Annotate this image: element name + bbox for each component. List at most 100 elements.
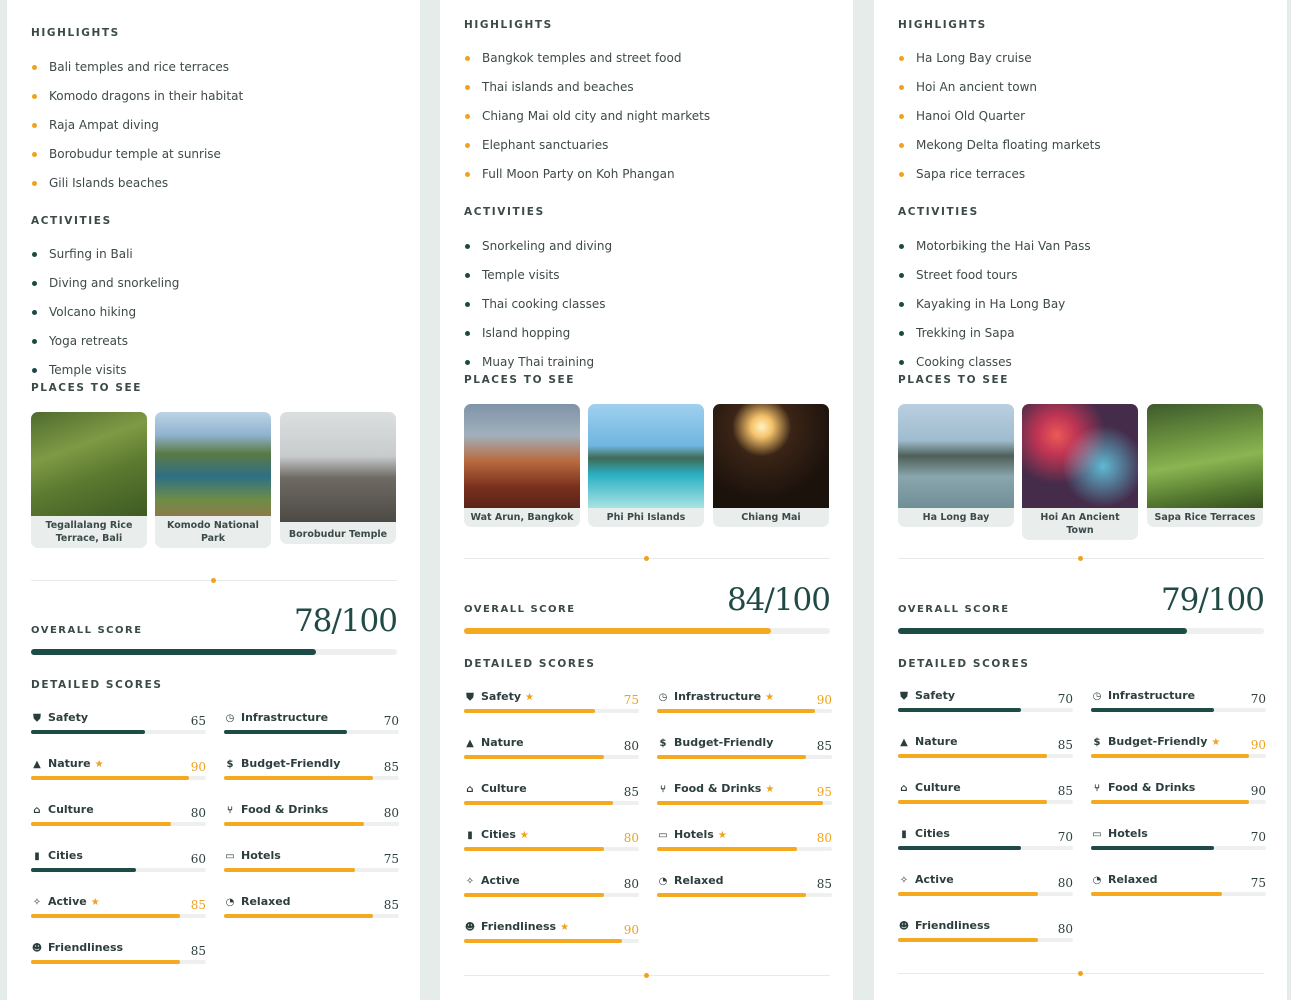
score-bar-fill: [657, 709, 815, 713]
score-bar: [464, 939, 639, 943]
score-value: 85: [816, 739, 832, 753]
score-bar-fill: [464, 893, 604, 897]
place-card[interactable]: Phi Phi Islands: [588, 404, 704, 527]
places-heading: PLACES TO SEE: [31, 382, 143, 394]
score-label: ⌂ Culture: [898, 781, 960, 794]
place-photo: [31, 412, 147, 516]
score-bar: [898, 754, 1073, 758]
score-bar-fill: [898, 708, 1021, 712]
score-name: Nature: [48, 757, 91, 770]
score-label: ✧ Active: [464, 874, 520, 887]
score-value: 60: [190, 852, 206, 866]
score-item-clock: ◔ Relaxed 85: [224, 895, 399, 941]
overall-score-value: 79/100: [1160, 582, 1265, 618]
score-item-shield: ⛊ Safety 70: [898, 689, 1073, 735]
score-name: Friendliness: [915, 919, 991, 932]
score-bar: [1091, 800, 1266, 804]
score-label: ▭ Hotels: [1091, 827, 1148, 840]
place-card[interactable]: Sapa Rice Terraces: [1147, 404, 1263, 527]
list-item: Hanoi Old Quarter: [898, 109, 1268, 138]
score-bar-fill: [898, 892, 1038, 896]
places-gallery: Wat Arun, Bangkok Phi Phi Islands Chiang…: [464, 404, 830, 546]
score-bar-fill: [898, 754, 1047, 758]
score-item-smile: ☻ Friendliness 80: [898, 919, 1073, 965]
score-item-museum: ⌂ Culture 85: [464, 782, 639, 828]
divider-dot: [1078, 556, 1083, 561]
score-item-gauge: ◷ Infrastructure ★ 90: [657, 690, 832, 736]
list-item: Yoga retreats: [31, 334, 401, 363]
score-bar-fill: [464, 847, 604, 851]
score-value: 70: [1057, 830, 1073, 844]
score-bar-fill: [224, 822, 364, 826]
city-icon: ▮: [901, 829, 907, 840]
place-caption: Chiang Mai: [741, 512, 801, 523]
score-label: ☻ Friendliness: [31, 941, 123, 954]
score-value: 85: [623, 785, 639, 799]
list-item: Diving and snorkeling: [31, 276, 401, 305]
place-card[interactable]: Komodo National Park: [155, 412, 271, 548]
places-heading: PLACES TO SEE: [898, 374, 1010, 386]
museum-icon: ⌂: [466, 784, 474, 795]
score-item-museum: ⌂ Culture 85: [898, 781, 1073, 827]
divider-dot: [1078, 971, 1083, 976]
score-bar: [224, 776, 399, 780]
score-bar: [1091, 892, 1266, 896]
score-label: ⑂ Food & Drinks: [1091, 781, 1195, 794]
score-value: 90: [190, 760, 206, 774]
score-name: Cities: [48, 849, 83, 862]
place-caption: Phi Phi Islands: [606, 512, 686, 523]
highlights-list: Bangkok temples and street food Thai isl…: [464, 51, 834, 196]
score-value: 70: [1250, 830, 1266, 844]
score-item-shield: ⛊ Safety ★ 75: [464, 690, 639, 736]
score-bar: [898, 708, 1073, 712]
activities-heading: ACTIVITIES: [898, 206, 979, 218]
place-card[interactable]: Chiang Mai: [713, 404, 829, 527]
score-bar: [898, 800, 1073, 804]
star-icon: ★: [94, 759, 104, 770]
score-label: ⛊ Safety: [31, 711, 88, 724]
score-item-mountain: ▲ Nature 85: [898, 735, 1073, 781]
place-card[interactable]: Hoi An Ancient Town: [1022, 404, 1138, 540]
score-item-mountain: ▲ Nature ★ 90: [31, 757, 206, 803]
highlights-list: Ha Long Bay cruise Hoi An ancient town H…: [898, 51, 1268, 196]
city-icon: ▮: [467, 830, 473, 841]
smile-icon: ☻: [898, 921, 910, 932]
list-item: Surfing in Bali: [31, 247, 401, 276]
section-divider: [898, 971, 1264, 976]
place-card[interactable]: Wat Arun, Bangkok: [464, 404, 580, 527]
place-photo: [155, 412, 271, 516]
score-value: 65: [190, 714, 206, 728]
list-item: Elephant sanctuaries: [464, 138, 834, 167]
place-caption: Ha Long Bay: [922, 512, 990, 523]
score-label: ▲ Nature: [464, 736, 523, 749]
place-card[interactable]: Tegallalang Rice Terrace, Bali: [31, 412, 147, 548]
score-label: ▮ Cities: [898, 827, 950, 840]
score-name: Relaxed: [241, 895, 291, 908]
score-item-dollar: $ Budget-Friendly 85: [224, 757, 399, 803]
score-label: $ Budget-Friendly ★: [1091, 735, 1221, 748]
bed-icon: ▭: [658, 830, 668, 841]
list-item: Motorbiking the Hai Van Pass: [898, 239, 1268, 268]
destination-card-indonesia: HIGHLIGHTS Bali temples and rice terrace…: [7, 0, 420, 1000]
place-card[interactable]: Ha Long Bay: [898, 404, 1014, 527]
score-value: 75: [623, 693, 639, 707]
score-bar-fill: [464, 939, 622, 943]
highlights-heading: HIGHLIGHTS: [898, 19, 987, 31]
score-item-dollar: $ Budget-Friendly 85: [657, 736, 832, 782]
score-item-running: ✧ Active 80: [898, 873, 1073, 919]
score-name: Infrastructure: [674, 690, 762, 703]
score-item-shield: ⛊ Safety 65: [31, 711, 206, 757]
score-label: ▮ Cities: [31, 849, 83, 862]
score-value: 80: [1057, 876, 1073, 890]
list-item: Gili Islands beaches: [31, 176, 401, 205]
running-icon: ✧: [465, 876, 475, 887]
score-item-smile: ☻ Friendliness ★ 90: [464, 920, 639, 966]
list-item: Mekong Delta floating markets: [898, 138, 1268, 167]
overall-score-value: 78/100: [293, 603, 398, 639]
place-card[interactable]: Borobudur Temple: [280, 412, 396, 544]
list-item: Trekking in Sapa: [898, 326, 1268, 355]
score-label: ▭ Hotels ★: [657, 828, 727, 841]
score-label: ☻ Friendliness ★: [464, 920, 569, 933]
list-item: Sapa rice terraces: [898, 167, 1268, 196]
score-bar-fill: [31, 822, 171, 826]
